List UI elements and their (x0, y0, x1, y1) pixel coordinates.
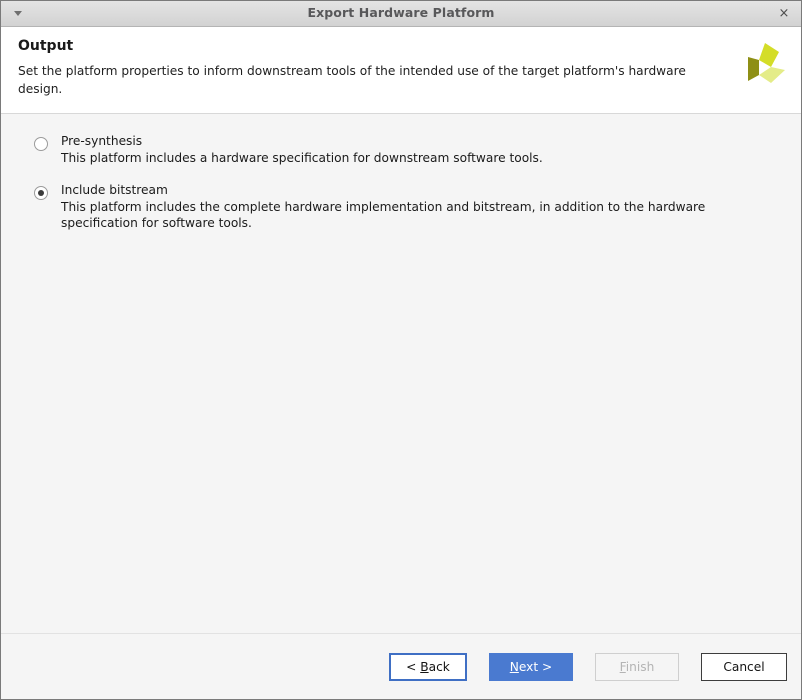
caret-down-icon (14, 11, 22, 16)
wizard-content: Pre-synthesis This platform includes a h… (1, 114, 801, 633)
window-menu-button[interactable] (7, 1, 29, 26)
finish-button[interactable]: Finish (595, 653, 679, 681)
wizard-header: Output Set the platform properties to in… (1, 27, 801, 114)
radio-description-pre-synthesis: This platform includes a hardware specif… (61, 151, 733, 167)
wizard-button-bar: < Back Next > Finish Cancel (1, 633, 801, 699)
xilinx-vitis-logo (741, 41, 787, 89)
radio-indicator-pre-synthesis[interactable] (34, 137, 48, 151)
next-button[interactable]: Next > (489, 653, 573, 681)
radio-option-include-bitstream[interactable]: Include bitstream This platform includes… (17, 183, 785, 232)
output-option-group: Pre-synthesis This platform includes a h… (17, 134, 785, 232)
export-hardware-platform-dialog: Export Hardware Platform × Output Set th… (0, 0, 802, 700)
radio-indicator-include-bitstream[interactable] (34, 186, 48, 200)
radio-description-include-bitstream: This platform includes the complete hard… (61, 200, 733, 232)
radio-label-include-bitstream: Include bitstream (61, 183, 785, 198)
page-description: Set the platform properties to inform do… (18, 63, 718, 98)
radio-label-pre-synthesis: Pre-synthesis (61, 134, 785, 149)
back-button[interactable]: < Back (389, 653, 467, 681)
cancel-button[interactable]: Cancel (701, 653, 787, 681)
window-title: Export Hardware Platform (307, 7, 494, 20)
radio-option-pre-synthesis[interactable]: Pre-synthesis This platform includes a h… (17, 134, 785, 167)
close-icon[interactable]: × (773, 1, 795, 26)
page-title: Output (18, 39, 785, 54)
window-titlebar: Export Hardware Platform × (1, 1, 801, 27)
